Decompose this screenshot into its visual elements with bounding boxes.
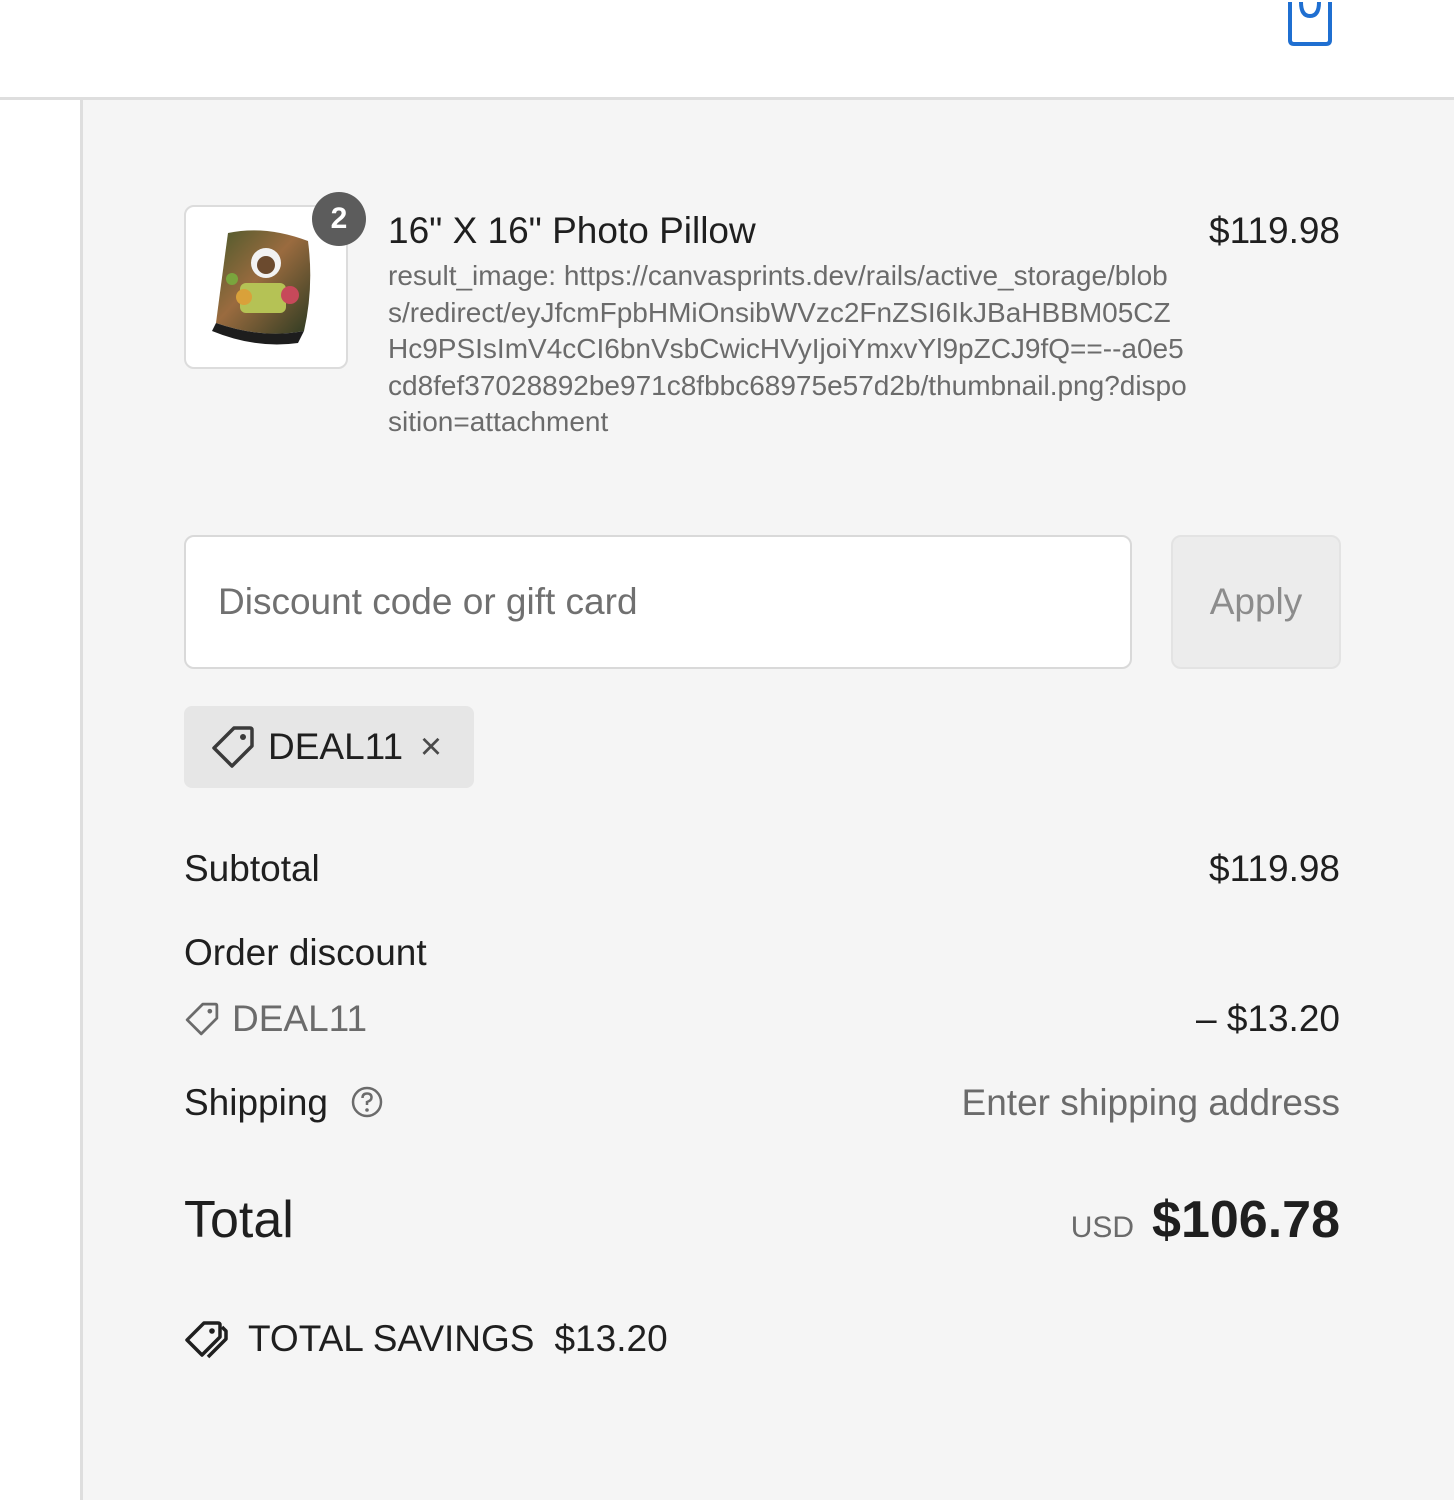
savings-tag-icon	[185, 1321, 228, 1359]
shipping-value: Enter shipping address	[961, 1082, 1340, 1123]
tag-icon	[212, 726, 254, 768]
checkout-form-column	[0, 100, 83, 1500]
order-discount-code: DEAL11	[184, 998, 367, 1040]
header-bar	[0, 0, 1454, 100]
order-discount-label: Order discount	[184, 932, 427, 973]
applied-discount-code: DEAL11	[268, 726, 404, 767]
total-label: Total	[184, 1191, 294, 1249]
subtotal-value: $119.98	[1209, 848, 1340, 889]
shopping-bag-icon[interactable]	[1284, 0, 1336, 46]
tag-icon	[185, 1002, 219, 1036]
quantity-badge: 2	[312, 192, 366, 246]
total-amount: $106.78	[1152, 1191, 1340, 1249]
remove-discount-icon[interactable]: ×	[412, 726, 450, 768]
subtotal-label: Subtotal	[184, 848, 320, 889]
order-discount-value: – $13.20	[1195, 998, 1340, 1039]
applied-discount-chip: DEAL11 ×	[184, 706, 474, 788]
help-circle-icon[interactable]	[350, 1085, 384, 1119]
discount-code-input[interactable]	[184, 535, 1132, 669]
total-savings-label: TOTAL SAVINGS	[248, 1318, 535, 1359]
product-property: result_image: https://canvasprints.dev/r…	[388, 260, 1187, 437]
shipping-row-label: Shipping	[184, 1082, 384, 1124]
product-name: 16" X 16" Photo Pillow	[388, 210, 756, 251]
product-price: $119.98	[1209, 210, 1340, 251]
total-savings: TOTAL SAVINGS $13.20	[184, 1318, 668, 1360]
currency-code: USD	[1070, 1211, 1135, 1244]
total-savings-value: $13.20	[554, 1318, 668, 1359]
total-value-group: USD $106.78	[1071, 1190, 1340, 1250]
shipping-label: Shipping	[184, 1082, 329, 1123]
apply-discount-button[interactable]: Apply	[1171, 535, 1341, 669]
order-discount-code-text: DEAL11	[232, 998, 368, 1039]
